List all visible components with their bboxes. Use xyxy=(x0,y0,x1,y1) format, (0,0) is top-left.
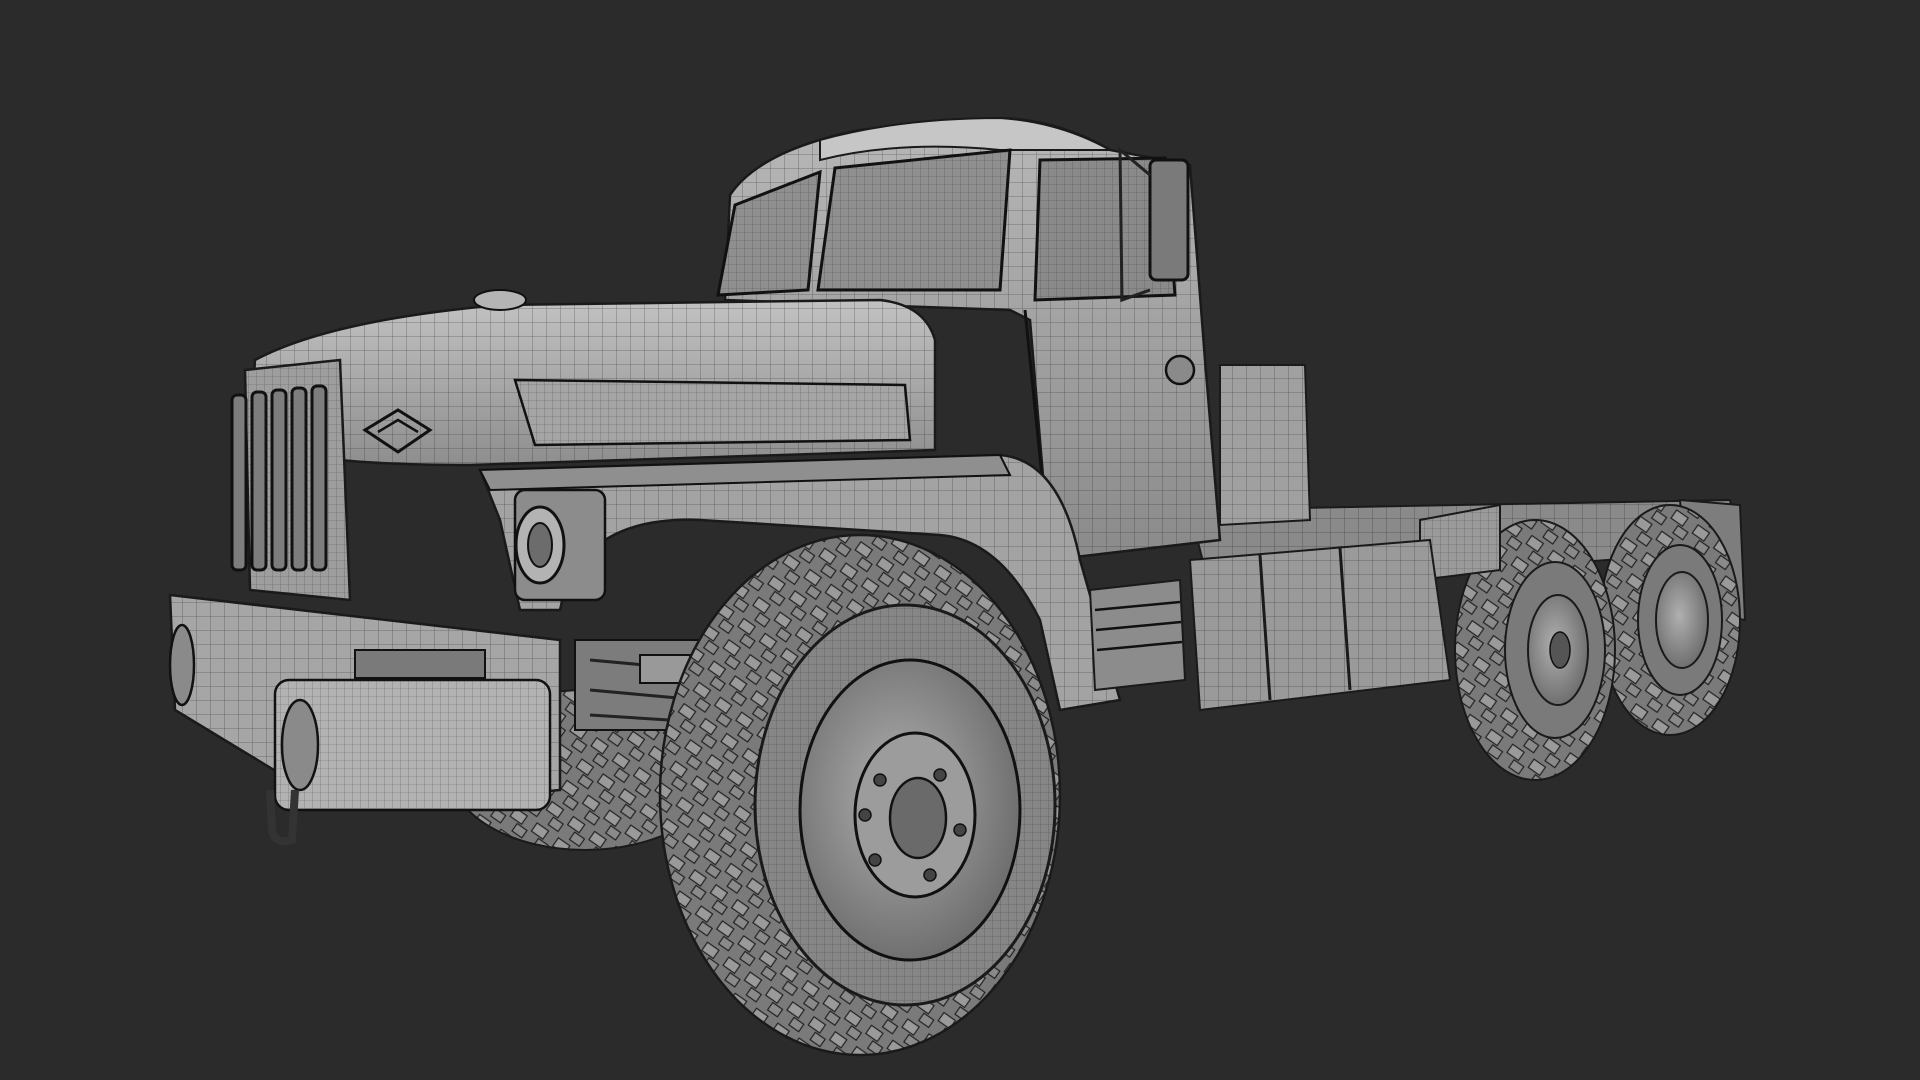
front-grille xyxy=(230,358,352,602)
battery-box xyxy=(1219,364,1312,527)
fuel-tank xyxy=(1188,538,1452,712)
front-bumper xyxy=(168,593,562,846)
front-tire-near xyxy=(658,533,1062,1057)
rear-tire-back xyxy=(1599,504,1741,736)
hood xyxy=(248,289,937,467)
cab-step xyxy=(1088,578,1187,692)
render-viewport xyxy=(0,0,1920,1080)
truck-wireframe-render xyxy=(168,116,1747,1057)
